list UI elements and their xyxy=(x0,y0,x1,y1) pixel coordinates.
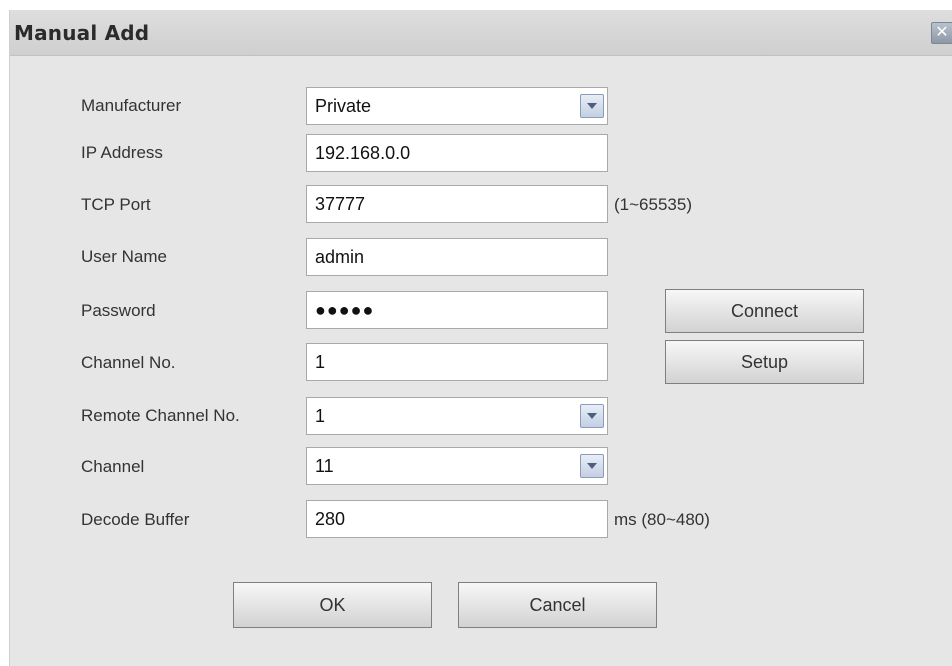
chevron-down-icon[interactable] xyxy=(580,94,604,118)
manufacturer-value: Private xyxy=(315,96,372,116)
ok-button[interactable]: OK xyxy=(233,582,432,628)
ip-address-input[interactable]: 192.168.0.0 xyxy=(306,134,608,172)
user-name-label: User Name xyxy=(81,247,167,266)
tcp-port-input[interactable]: 37777 xyxy=(306,185,608,223)
password-label: Password xyxy=(81,301,156,320)
ip-address-row: IP Address 192.168.0.0 xyxy=(10,133,952,173)
channel-no-input[interactable]: 1 xyxy=(306,343,608,381)
ip-address-label: IP Address xyxy=(81,143,163,162)
dialog-titlebar: Manual Add ✕ xyxy=(10,10,952,56)
password-input[interactable]: ●●●●● xyxy=(306,291,608,329)
close-icon[interactable]: ✕ xyxy=(931,22,952,44)
remote-channel-no-select[interactable]: 1 xyxy=(306,397,608,435)
cancel-button[interactable]: Cancel xyxy=(458,582,657,628)
dialog-title: Manual Add xyxy=(14,21,150,45)
channel-select[interactable]: 11 xyxy=(306,447,608,485)
manufacturer-row: Manufacturer Private xyxy=(10,87,952,127)
channel-row: Channel 11 xyxy=(10,447,952,487)
tcp-port-label: TCP Port xyxy=(81,195,151,214)
tcp-port-row: TCP Port 37777 (1~65535) xyxy=(10,185,952,225)
remote-channel-no-label: Remote Channel No. xyxy=(81,406,240,425)
setup-button[interactable]: Setup xyxy=(665,340,864,384)
manufacturer-label: Manufacturer xyxy=(81,96,182,115)
remote-channel-no-value: 1 xyxy=(315,406,326,426)
channel-no-label: Channel No. xyxy=(81,353,176,372)
user-name-row: User Name admin xyxy=(10,238,952,278)
chevron-down-icon[interactable] xyxy=(580,404,604,428)
channel-label: Channel xyxy=(81,457,145,476)
decode-buffer-row: Decode Buffer 280 ms (80~480) xyxy=(10,500,952,540)
decode-buffer-label: Decode Buffer xyxy=(81,510,190,529)
decode-buffer-range-hint: ms (80~480) xyxy=(614,510,710,529)
manufacturer-select[interactable]: Private xyxy=(306,87,608,125)
user-name-input[interactable]: admin xyxy=(306,238,608,276)
manual-add-dialog: Manual Add ✕ Manufacturer Private IP Add… xyxy=(9,10,952,666)
channel-value: 11 xyxy=(315,456,334,476)
decode-buffer-input[interactable]: 280 xyxy=(306,500,608,538)
connect-button[interactable]: Connect xyxy=(665,289,864,333)
tcp-port-range-hint: (1~65535) xyxy=(614,195,692,214)
remote-channel-no-row: Remote Channel No. 1 xyxy=(10,397,952,437)
chevron-down-icon[interactable] xyxy=(580,454,604,478)
